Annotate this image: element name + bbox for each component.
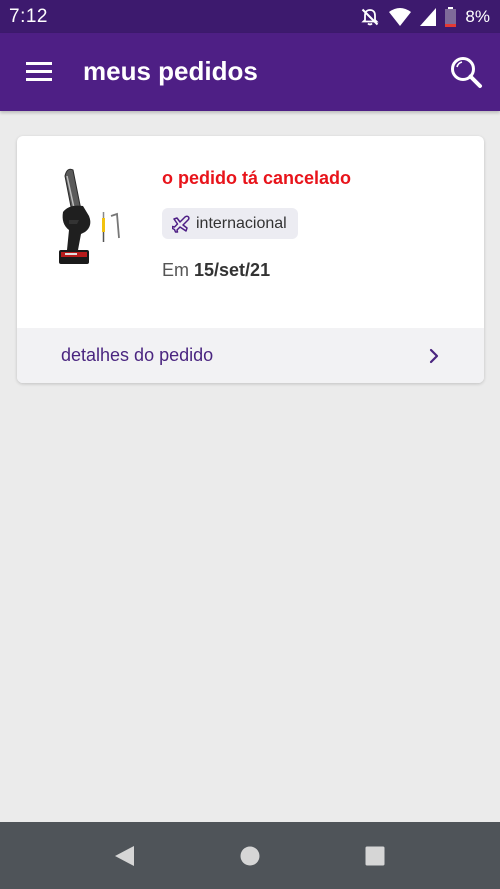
international-badge: internacional xyxy=(162,208,298,239)
app-bar: meus pedidos xyxy=(0,33,500,111)
order-details-button[interactable]: detalhes do pedido xyxy=(17,328,484,383)
order-date: Em 15/set/21 xyxy=(162,260,270,281)
order-card[interactable]: o pedido tá cancelado internacional Em 1… xyxy=(17,136,484,383)
battery-icon xyxy=(445,6,457,27)
menu-button[interactable] xyxy=(24,59,54,85)
back-button[interactable] xyxy=(113,844,135,873)
status-bar: 7:12 8% xyxy=(0,0,500,33)
signal-icon xyxy=(420,7,437,26)
product-image xyxy=(55,164,131,274)
recents-icon xyxy=(365,846,385,866)
search-button[interactable] xyxy=(448,55,484,91)
back-icon xyxy=(115,846,134,866)
date-prefix: Em xyxy=(162,260,189,280)
chevron-right-icon xyxy=(429,348,439,363)
menu-icon xyxy=(26,62,52,81)
home-button[interactable] xyxy=(239,844,261,873)
status-time: 7:12 xyxy=(9,5,48,27)
airplane-icon xyxy=(172,215,190,233)
battery-percentage: 8% xyxy=(465,6,490,26)
search-icon xyxy=(451,57,482,88)
status-icons: 8% xyxy=(360,6,490,27)
wifi-icon xyxy=(389,7,412,26)
system-nav-bar xyxy=(0,822,500,889)
recents-button[interactable] xyxy=(364,844,386,873)
date-value: 15/set/21 xyxy=(194,260,271,280)
page-title: meus pedidos xyxy=(83,56,258,86)
home-icon xyxy=(240,846,260,866)
tag-label: internacional xyxy=(196,214,287,232)
notifications-off-icon xyxy=(360,7,380,27)
order-status: o pedido tá cancelado xyxy=(162,168,352,188)
order-details-label: detalhes do pedido xyxy=(61,345,214,365)
